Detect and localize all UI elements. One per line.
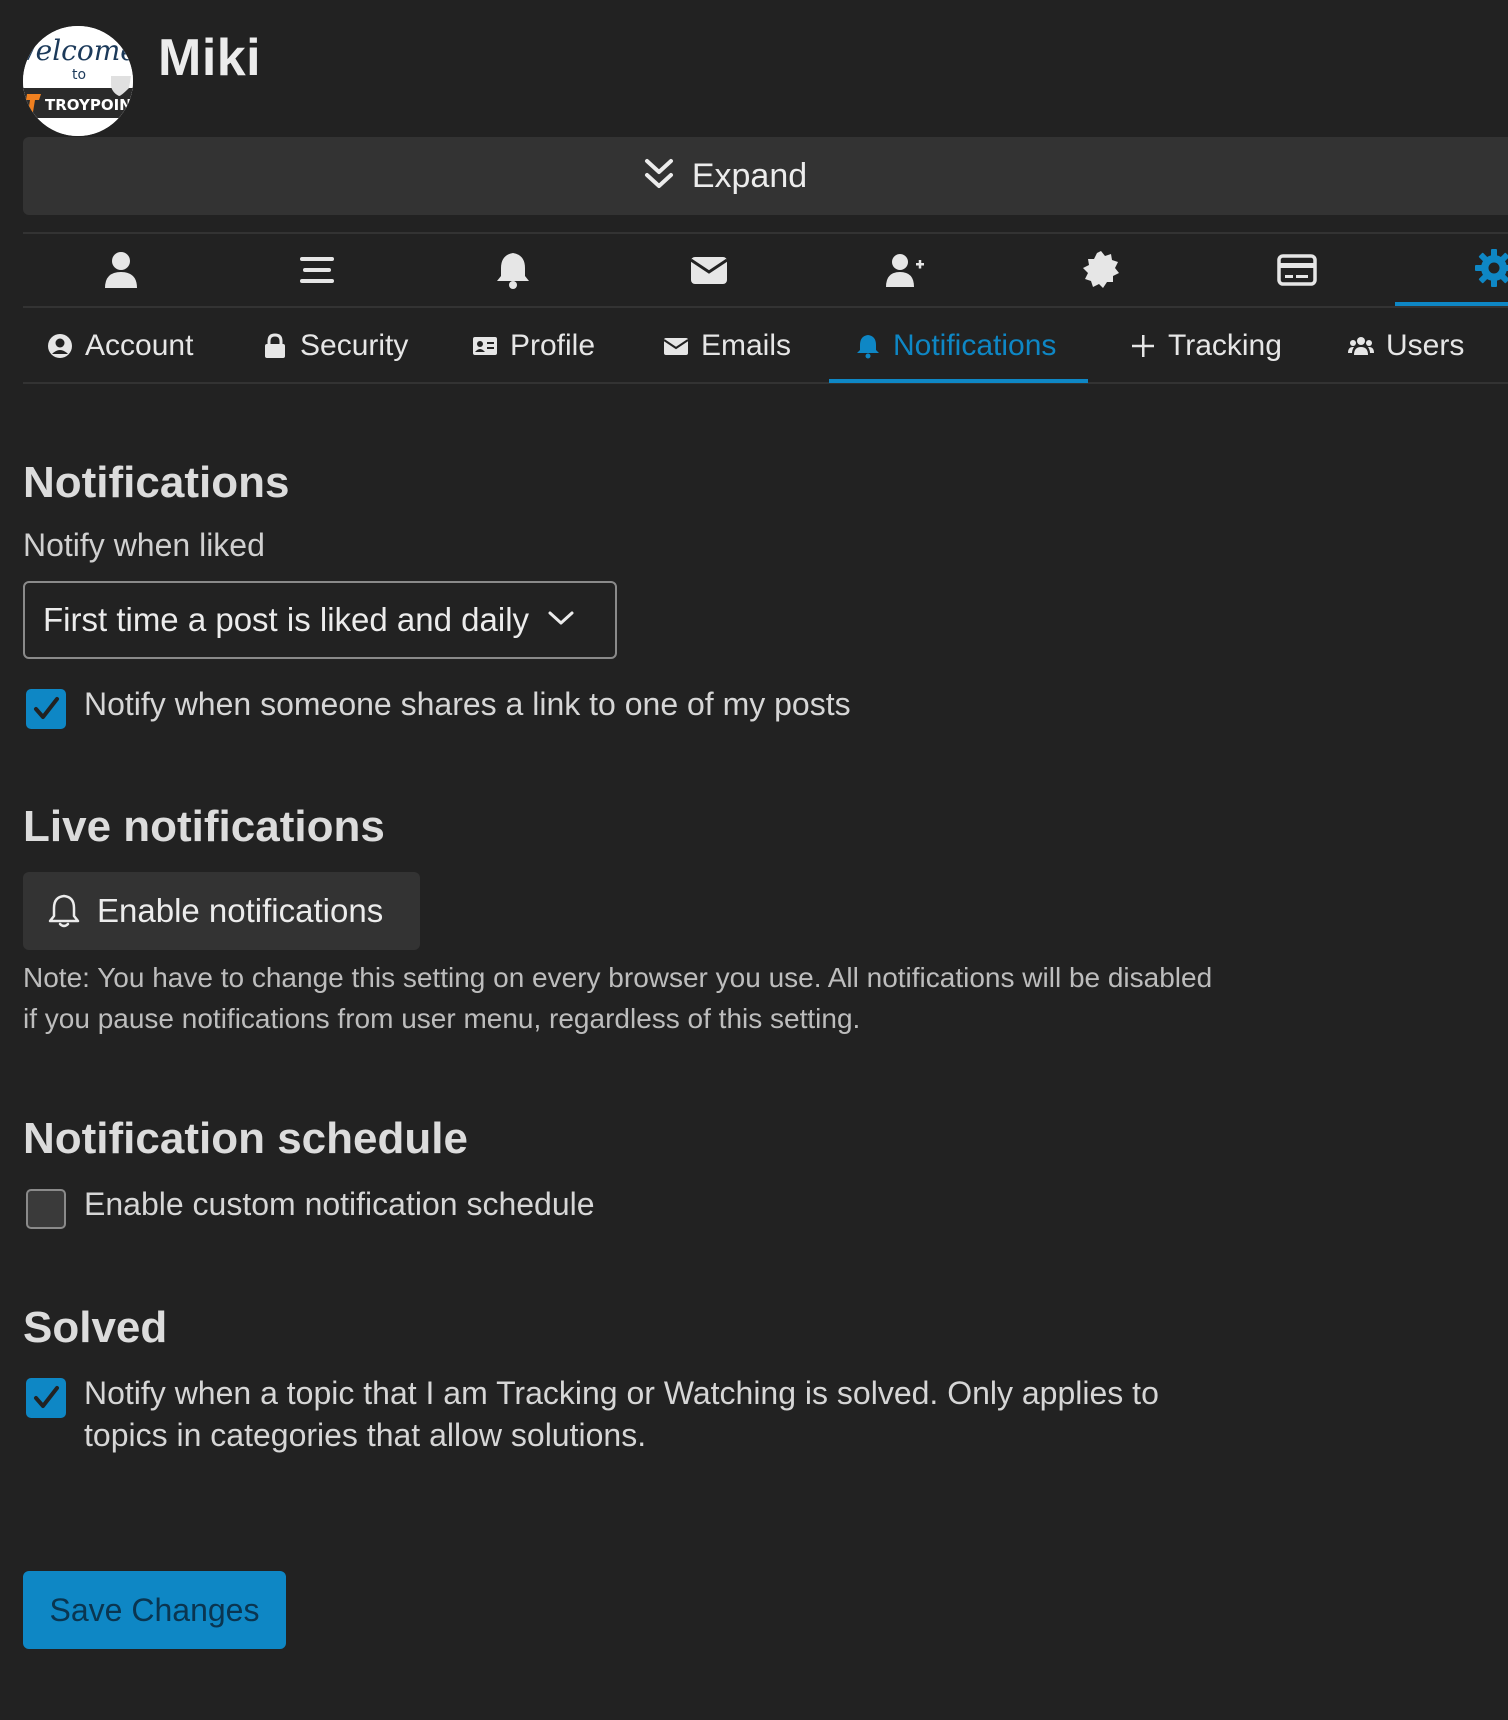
solved-heading: Solved: [23, 1303, 168, 1352]
tab-users[interactable]: Users: [1348, 308, 1464, 384]
expand-label: Expand: [691, 156, 808, 195]
plus-icon: [1132, 335, 1154, 357]
live-notifications-note: Note: You have to change this setting on…: [23, 962, 1213, 1034]
preferences-tabs: Account Security Profile Emails Notifica…: [23, 308, 1508, 384]
solved-checkbox[interactable]: [26, 1378, 66, 1418]
notify-liked-value: First time a post is liked and daily: [43, 601, 530, 638]
custom-schedule-label: Enable custom notification schedule: [84, 1186, 595, 1222]
schedule-heading: Notification schedule: [23, 1114, 468, 1163]
notify-liked-label: Notify when liked: [23, 527, 265, 563]
lock-icon: [265, 333, 285, 358]
nav-invites[interactable]: [807, 234, 1003, 306]
badge-icon: [1083, 251, 1119, 288]
share-link-label: Notify when someone shares a link to one…: [84, 686, 851, 722]
bell-outline-icon: [48, 894, 80, 928]
nav-activity[interactable]: [219, 234, 415, 306]
checkmark-icon: [34, 1386, 59, 1408]
tab-tracking[interactable]: Tracking: [1130, 308, 1282, 384]
tab-notifications[interactable]: Notifications: [855, 308, 1056, 384]
active-tab-indicator: [829, 379, 1088, 383]
live-notifications-heading: Live notifications: [23, 802, 385, 851]
activity-icon: [300, 257, 334, 283]
nav-preferences[interactable]: [1395, 234, 1508, 306]
svg-text:TROYPOINT: TROYPOINT: [45, 96, 133, 114]
user-icon: [105, 252, 137, 288]
nav-notifications[interactable]: [415, 234, 611, 306]
enable-notifications-button[interactable]: Enable notifications: [23, 872, 420, 950]
avatar[interactable]: Welcome to TROYPOINT: [23, 26, 133, 136]
enable-notifications-label: Enable notifications: [97, 892, 384, 929]
nav-billing[interactable]: [1199, 234, 1395, 306]
expand-button[interactable]: Expand: [23, 137, 1508, 215]
notifications-heading: Notifications: [23, 458, 290, 507]
notify-liked-select[interactable]: First time a post is liked and daily: [23, 581, 617, 659]
solved-option[interactable]: Notify when a topic that I am Tracking o…: [26, 1372, 1246, 1456]
share-link-option[interactable]: Notify when someone shares a link to one…: [26, 683, 851, 729]
tab-security[interactable]: Security: [262, 308, 408, 384]
tab-profile[interactable]: Profile: [472, 308, 595, 384]
username: Miki: [158, 29, 262, 87]
custom-schedule-checkbox[interactable]: [26, 1189, 66, 1229]
double-chevron-down-icon: [644, 157, 674, 196]
user-plus-icon: [886, 254, 924, 287]
user-header: Welcome to TROYPOINT Miki: [23, 26, 1508, 138]
nav-badges[interactable]: [1003, 234, 1199, 306]
nav-summary[interactable]: [23, 234, 219, 306]
user-circle-icon: [48, 334, 72, 358]
share-link-checkbox[interactable]: [26, 689, 66, 729]
save-changes-button[interactable]: Save Changes: [23, 1571, 286, 1649]
bell-icon: [857, 335, 879, 359]
bell-icon: [497, 253, 529, 289]
solved-label: Notify when a topic that I am Tracking o…: [84, 1375, 1159, 1453]
gear-icon: [1475, 249, 1508, 287]
icon-nav: [23, 234, 1508, 308]
svg-text:Welcome: Welcome: [23, 34, 133, 67]
tab-account[interactable]: Account: [47, 308, 193, 384]
envelope-icon: [690, 257, 728, 284]
envelope-icon: [663, 338, 689, 355]
svg-text:to: to: [72, 67, 86, 83]
users-icon: [1348, 337, 1374, 355]
tab-emails[interactable]: Emails: [663, 308, 791, 384]
custom-schedule-option[interactable]: Enable custom notification schedule: [26, 1183, 595, 1229]
card-icon: [1277, 254, 1317, 286]
chevron-down-icon: [547, 608, 575, 633]
save-changes-label: Save Changes: [49, 1591, 260, 1628]
nav-messages[interactable]: [611, 234, 807, 306]
id-card-icon: [473, 337, 497, 355]
checkmark-icon: [34, 697, 59, 719]
